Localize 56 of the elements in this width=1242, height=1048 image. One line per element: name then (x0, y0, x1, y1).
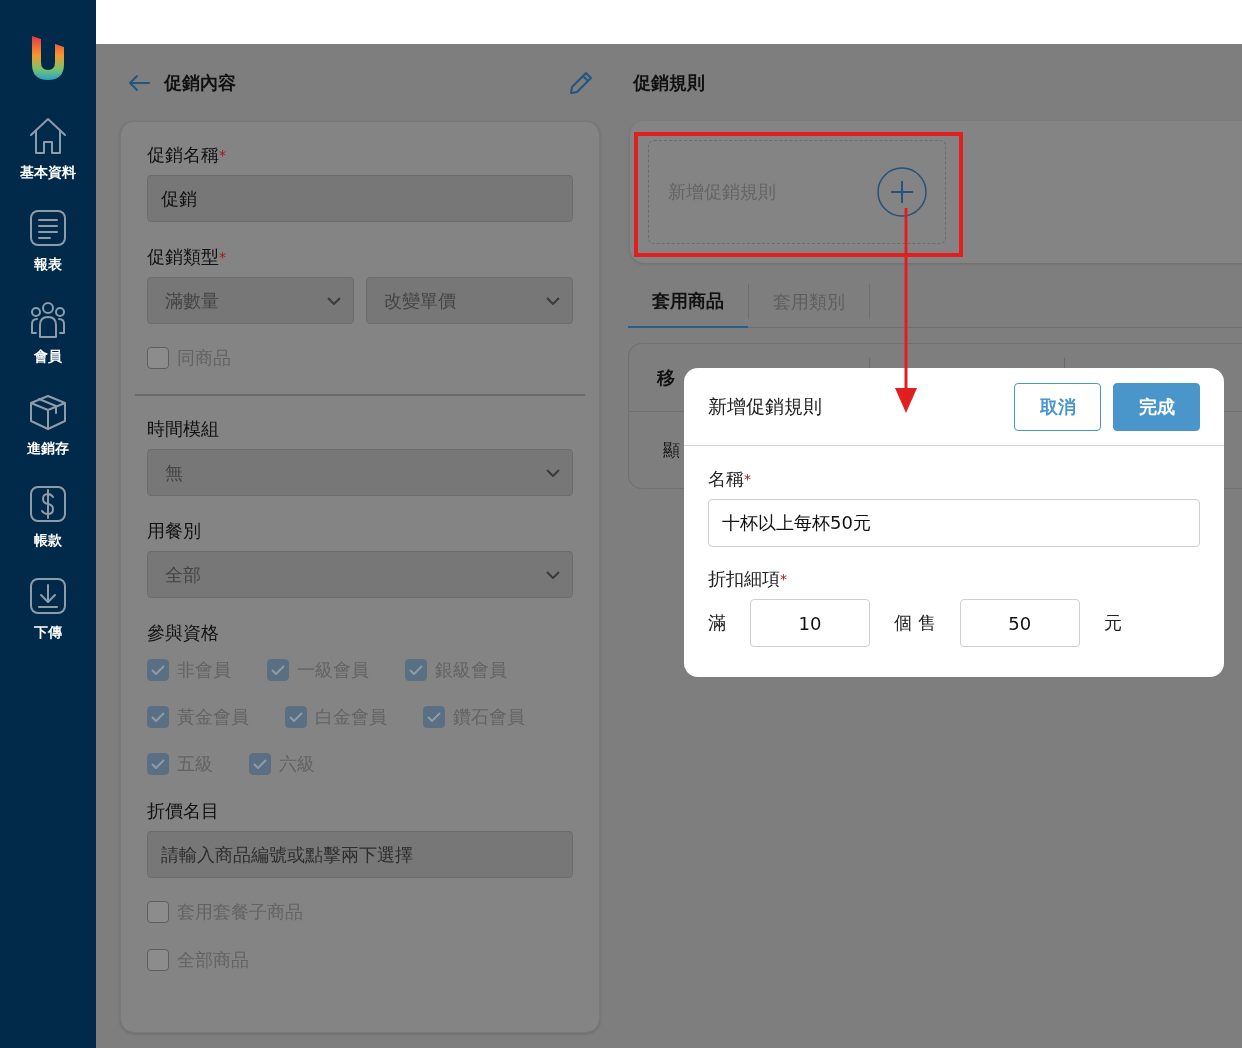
nav-item[interactable]: 基本資料 (20, 116, 76, 182)
check-icon (151, 665, 165, 675)
product-search-field[interactable]: 請輸入商品編號或點擊兩下選擇 (147, 831, 573, 878)
currency-text: 元 (1103, 611, 1122, 635)
field-label: 促銷名稱 (147, 144, 219, 165)
logo-icon (31, 34, 65, 80)
field-label: 用餐別 (147, 519, 202, 543)
tab[interactable]: 套用商品 (628, 284, 748, 328)
add-icon[interactable] (877, 167, 927, 217)
nav-item[interactable]: 報表 (28, 208, 68, 274)
field-label: 時間模組 (147, 417, 220, 441)
dialog-title: 新增促銷規則 (708, 393, 822, 419)
nav-item[interactable]: 進銷存 (27, 392, 69, 458)
required-marker: * (219, 147, 226, 163)
check-icon (289, 712, 303, 722)
prefix-text: 滿 (708, 611, 726, 635)
rule-name-field[interactable]: 十杯以上每杯50元 (708, 499, 1200, 547)
field-label: 促銷類型 (147, 246, 219, 267)
required-marker: * (219, 249, 226, 265)
price-field[interactable]: 50 (959, 599, 1080, 647)
nav-item[interactable]: 帳款 (28, 484, 68, 550)
download-icon (28, 576, 68, 616)
chevron-down-icon (546, 468, 560, 477)
name-field[interactable]: 促銷 (147, 175, 573, 222)
required-marker: * (780, 571, 787, 587)
section-title: 促銷規則 (633, 70, 705, 95)
section-title: 促銷內容 (164, 70, 236, 95)
quantity-field[interactable]: 10 (750, 599, 870, 647)
chevron-down-icon (327, 296, 341, 305)
check-icon (427, 712, 441, 722)
nav-item[interactable]: 會員 (28, 300, 68, 366)
dollar-icon (28, 484, 68, 524)
check-icon (151, 712, 165, 722)
nav-item[interactable]: 下傳 (28, 576, 68, 642)
column-header: 移 (657, 365, 675, 390)
check-icon (271, 665, 285, 675)
field-label: 折扣細項 (708, 568, 780, 589)
unit-text: 個 售 (894, 611, 936, 635)
back-arrow-icon[interactable] (128, 73, 150, 92)
cancel-button[interactable]: 取消 (1014, 382, 1101, 431)
chevron-down-icon (546, 296, 560, 305)
field-label: 參與資格 (147, 621, 220, 645)
box-icon (28, 392, 68, 432)
pencil-icon[interactable] (568, 69, 594, 96)
people-icon (28, 300, 68, 340)
table-cell: 顯 (663, 439, 680, 462)
house-icon (28, 116, 68, 156)
chevron-down-icon (546, 570, 560, 579)
done-button[interactable]: 完成 (1113, 382, 1200, 431)
required-marker: * (744, 471, 751, 487)
field-label: 名稱 (708, 468, 744, 489)
document-icon (28, 208, 68, 248)
check-icon (151, 759, 165, 769)
check-icon (253, 759, 267, 769)
check-icon (409, 665, 423, 675)
field-label: 折價名目 (147, 799, 220, 823)
